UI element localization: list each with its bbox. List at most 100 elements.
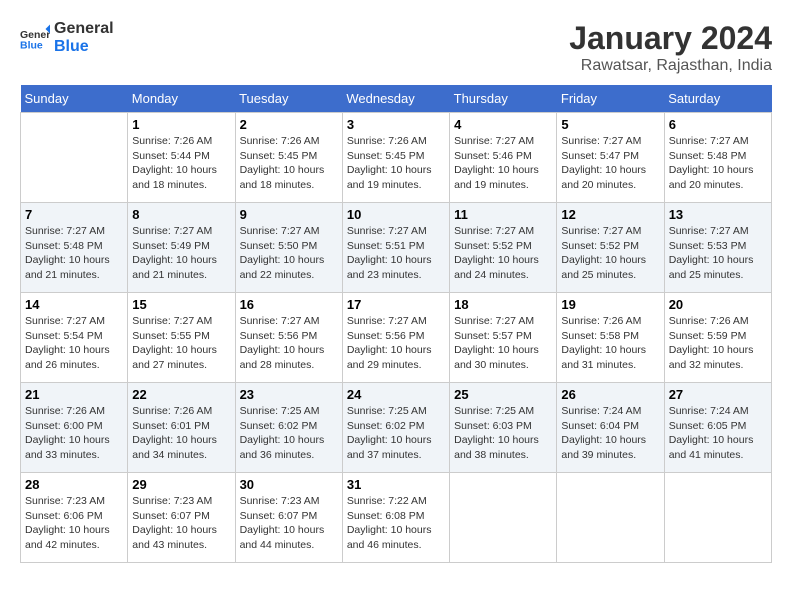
calendar-cell: 20 Sunrise: 7:26 AM Sunset: 5:59 PM Dayli… <box>664 293 771 383</box>
calendar-cell: 16Sunrise: 7:27 AM Sunset: 5:56 PM Dayli… <box>235 293 342 383</box>
calendar-cell: 31Sunrise: 7:22 AM Sunset: 6:08 PM Dayli… <box>342 473 449 563</box>
calendar-cell: 21Sunrise: 7:26 AM Sunset: 6:00 PM Dayli… <box>21 383 128 473</box>
day-number: 26 <box>561 387 659 402</box>
calendar-cell: 12Sunrise: 7:27 AM Sunset: 5:52 PM Dayli… <box>557 203 664 293</box>
day-number: 15 <box>132 297 230 312</box>
calendar-cell: 10Sunrise: 7:27 AM Sunset: 5:51 PM Dayli… <box>342 203 449 293</box>
day-info: Sunrise: 7:24 AM Sunset: 6:04 PM Dayligh… <box>561 404 659 463</box>
day-info: Sunrise: 7:26 AM Sunset: 5:44 PM Dayligh… <box>132 134 230 193</box>
calendar-cell: 6 Sunrise: 7:27 AM Sunset: 5:48 PM Daylig… <box>664 113 771 203</box>
calendar-cell <box>21 113 128 203</box>
page-header: General Blue General Blue January 2024 R… <box>20 20 772 75</box>
day-info: Sunrise: 7:27 AM Sunset: 5:55 PM Dayligh… <box>132 314 230 373</box>
day-info: Sunrise: 7:27 AM Sunset: 5:50 PM Dayligh… <box>240 224 338 283</box>
day-number: 24 <box>347 387 445 402</box>
day-header-saturday: Saturday <box>664 85 771 113</box>
day-number: 30 <box>240 477 338 492</box>
day-number: 9 <box>240 207 338 222</box>
calendar-cell: 5 Sunrise: 7:27 AM Sunset: 5:47 PM Daylig… <box>557 113 664 203</box>
day-info: Sunrise: 7:26 AM Sunset: 6:01 PM Dayligh… <box>132 404 230 463</box>
day-info: Sunrise: 7:24 AM Sunset: 6:05 PM Dayligh… <box>669 404 767 463</box>
calendar-cell: 19 Sunrise: 7:26 AM Sunset: 5:58 PM Dayli… <box>557 293 664 383</box>
day-info: Sunrise: 7:27 AM Sunset: 5:47 PM Dayligh… <box>561 134 659 193</box>
day-number: 12 <box>561 207 659 222</box>
calendar-table: SundayMondayTuesdayWednesdayThursdayFrid… <box>20 85 772 563</box>
day-info: Sunrise: 7:26 AM Sunset: 5:58 PM Dayligh… <box>561 314 659 373</box>
calendar-cell: 25Sunrise: 7:25 AM Sunset: 6:03 PM Dayli… <box>450 383 557 473</box>
day-info: Sunrise: 7:27 AM Sunset: 5:48 PM Dayligh… <box>25 224 123 283</box>
calendar-cell: 15 Sunrise: 7:27 AM Sunset: 5:55 PM Dayli… <box>128 293 235 383</box>
day-number: 20 <box>669 297 767 312</box>
day-info: Sunrise: 7:26 AM Sunset: 5:45 PM Dayligh… <box>347 134 445 193</box>
location: Rawatsar, Rajasthan, India <box>569 57 772 75</box>
calendar-cell: 17 Sunrise: 7:27 AM Sunset: 5:56 PM Dayli… <box>342 293 449 383</box>
day-number: 11 <box>454 207 552 222</box>
day-number: 8 <box>132 207 230 222</box>
logo: General Blue General Blue <box>20 20 114 56</box>
calendar-cell: 4 Sunrise: 7:27 AM Sunset: 5:46 PM Daylig… <box>450 113 557 203</box>
day-info: Sunrise: 7:26 AM Sunset: 6:00 PM Dayligh… <box>25 404 123 463</box>
day-info: Sunrise: 7:23 AM Sunset: 6:07 PM Dayligh… <box>132 494 230 553</box>
day-number: 17 <box>347 297 445 312</box>
title-block: January 2024 Rawatsar, Rajasthan, India <box>569 20 772 75</box>
day-number: 13 <box>669 207 767 222</box>
day-number: 4 <box>454 117 552 132</box>
calendar-cell: 30 Sunrise: 7:23 AM Sunset: 6:07 PM Dayli… <box>235 473 342 563</box>
calendar-cell: 26 Sunrise: 7:24 AM Sunset: 6:04 PM Dayli… <box>557 383 664 473</box>
logo-blue: Blue <box>54 38 114 56</box>
week-row-1: 1 Sunrise: 7:26 AM Sunset: 5:44 PM Daylig… <box>21 113 772 203</box>
calendar-cell: 29 Sunrise: 7:23 AM Sunset: 6:07 PM Dayli… <box>128 473 235 563</box>
day-header-sunday: Sunday <box>21 85 128 113</box>
day-header-monday: Monday <box>128 85 235 113</box>
day-number: 19 <box>561 297 659 312</box>
day-number: 23 <box>240 387 338 402</box>
day-number: 16 <box>240 297 338 312</box>
day-number: 10 <box>347 207 445 222</box>
day-info: Sunrise: 7:27 AM Sunset: 5:53 PM Dayligh… <box>669 224 767 283</box>
day-info: Sunrise: 7:23 AM Sunset: 6:07 PM Dayligh… <box>240 494 338 553</box>
logo-general: General <box>54 20 114 38</box>
day-number: 6 <box>669 117 767 132</box>
calendar-cell: 27 Sunrise: 7:24 AM Sunset: 6:05 PM Dayli… <box>664 383 771 473</box>
day-info: Sunrise: 7:23 AM Sunset: 6:06 PM Dayligh… <box>25 494 123 553</box>
calendar-cell <box>450 473 557 563</box>
logo-icon: General Blue <box>20 23 50 53</box>
week-row-3: 14 Sunrise: 7:27 AM Sunset: 5:54 PM Dayli… <box>21 293 772 383</box>
day-header-tuesday: Tuesday <box>235 85 342 113</box>
calendar-cell: 1 Sunrise: 7:26 AM Sunset: 5:44 PM Daylig… <box>128 113 235 203</box>
day-header-wednesday: Wednesday <box>342 85 449 113</box>
day-number: 5 <box>561 117 659 132</box>
day-info: Sunrise: 7:27 AM Sunset: 5:46 PM Dayligh… <box>454 134 552 193</box>
day-info: Sunrise: 7:22 AM Sunset: 6:08 PM Dayligh… <box>347 494 445 553</box>
day-number: 14 <box>25 297 123 312</box>
calendar-cell: 7Sunrise: 7:27 AM Sunset: 5:48 PM Daylig… <box>21 203 128 293</box>
week-row-5: 28 Sunrise: 7:23 AM Sunset: 6:06 PM Dayli… <box>21 473 772 563</box>
day-info: Sunrise: 7:26 AM Sunset: 5:59 PM Dayligh… <box>669 314 767 373</box>
calendar-cell: 14 Sunrise: 7:27 AM Sunset: 5:54 PM Dayli… <box>21 293 128 383</box>
day-number: 1 <box>132 117 230 132</box>
calendar-cell: 18 Sunrise: 7:27 AM Sunset: 5:57 PM Dayli… <box>450 293 557 383</box>
calendar-cell: 13 Sunrise: 7:27 AM Sunset: 5:53 PM Dayli… <box>664 203 771 293</box>
calendar-cell: 22Sunrise: 7:26 AM Sunset: 6:01 PM Dayli… <box>128 383 235 473</box>
calendar-cell: 28 Sunrise: 7:23 AM Sunset: 6:06 PM Dayli… <box>21 473 128 563</box>
week-row-2: 7Sunrise: 7:27 AM Sunset: 5:48 PM Daylig… <box>21 203 772 293</box>
day-number: 3 <box>347 117 445 132</box>
day-info: Sunrise: 7:25 AM Sunset: 6:02 PM Dayligh… <box>347 404 445 463</box>
day-number: 27 <box>669 387 767 402</box>
calendar-cell: 9 Sunrise: 7:27 AM Sunset: 5:50 PM Daylig… <box>235 203 342 293</box>
svg-text:Blue: Blue <box>20 40 43 52</box>
calendar-cell <box>664 473 771 563</box>
calendar-cell: 2Sunrise: 7:26 AM Sunset: 5:45 PM Daylig… <box>235 113 342 203</box>
day-number: 18 <box>454 297 552 312</box>
calendar-cell: 24 Sunrise: 7:25 AM Sunset: 6:02 PM Dayli… <box>342 383 449 473</box>
day-info: Sunrise: 7:27 AM Sunset: 5:57 PM Dayligh… <box>454 314 552 373</box>
calendar-cell <box>557 473 664 563</box>
day-number: 29 <box>132 477 230 492</box>
day-info: Sunrise: 7:27 AM Sunset: 5:49 PM Dayligh… <box>132 224 230 283</box>
day-info: Sunrise: 7:27 AM Sunset: 5:48 PM Dayligh… <box>669 134 767 193</box>
day-info: Sunrise: 7:27 AM Sunset: 5:54 PM Dayligh… <box>25 314 123 373</box>
calendar-cell: 23Sunrise: 7:25 AM Sunset: 6:02 PM Dayli… <box>235 383 342 473</box>
calendar-cell: 11Sunrise: 7:27 AM Sunset: 5:52 PM Dayli… <box>450 203 557 293</box>
day-info: Sunrise: 7:27 AM Sunset: 5:56 PM Dayligh… <box>347 314 445 373</box>
day-number: 28 <box>25 477 123 492</box>
